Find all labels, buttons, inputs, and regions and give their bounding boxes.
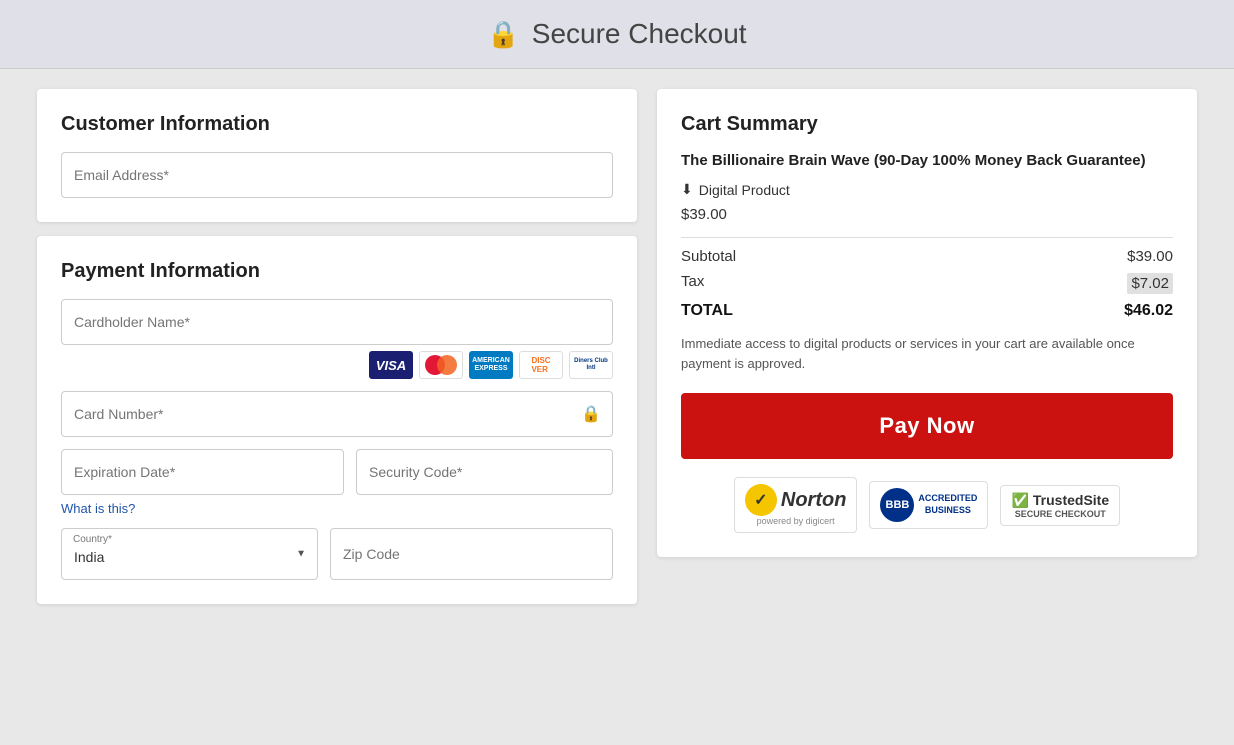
payment-info-title: Payment Information bbox=[61, 260, 613, 283]
subtotal-label: Subtotal bbox=[681, 248, 736, 265]
customer-info-title: Customer Information bbox=[61, 113, 613, 136]
trusted-check-icon: ✅ bbox=[1011, 492, 1028, 509]
product-price: $39.00 bbox=[681, 206, 1173, 223]
norton-checkmark-icon: ✓ bbox=[745, 484, 777, 516]
zip-code-field[interactable] bbox=[330, 528, 613, 580]
product-name: The Billionaire Brain Wave (90-Day 100% … bbox=[681, 150, 1173, 171]
payment-info-card: Payment Information VISA AMERICANEXPRESS… bbox=[37, 236, 637, 604]
norton-text: Norton bbox=[781, 489, 847, 512]
total-label: TOTAL bbox=[681, 302, 733, 320]
card-number-field[interactable] bbox=[61, 391, 613, 437]
customer-info-card: Customer Information bbox=[37, 89, 637, 222]
cardholder-name-field[interactable] bbox=[61, 299, 613, 345]
tax-row: Tax $7.02 bbox=[681, 273, 1173, 294]
right-panel: Cart Summary The Billionaire Brain Wave … bbox=[657, 89, 1197, 604]
subtotal-value: $39.00 bbox=[1127, 248, 1173, 265]
total-row: TOTAL $46.02 bbox=[681, 302, 1173, 320]
trusted-site-text: TrustedSite bbox=[1033, 492, 1109, 508]
digital-product-row: ⬇ Digital Product bbox=[681, 181, 1173, 198]
email-field[interactable] bbox=[61, 152, 613, 198]
norton-badge: ✓ Norton powered by digicert bbox=[734, 477, 858, 533]
country-wrapper: Country* India United States United King… bbox=[61, 528, 318, 580]
main-content: Customer Information Payment Information… bbox=[17, 69, 1217, 624]
page-title: Secure Checkout bbox=[532, 18, 747, 50]
page-header: 🔒 Secure Checkout bbox=[0, 0, 1234, 69]
bbb-badge: BBB ACCREDITEDBUSINESS bbox=[869, 481, 988, 529]
card-number-wrapper: 🔒 bbox=[61, 391, 613, 437]
download-icon: ⬇ bbox=[681, 181, 693, 198]
tax-value: $7.02 bbox=[1127, 273, 1173, 294]
country-zip-row: Country* India United States United King… bbox=[61, 528, 613, 580]
amex-icon: AMERICANEXPRESS bbox=[469, 351, 513, 379]
bbb-text: ACCREDITEDBUSINESS bbox=[918, 493, 977, 516]
card-icons: VISA AMERICANEXPRESS DISCVER Diners Club… bbox=[61, 351, 613, 379]
discover-icon: DISCVER bbox=[519, 351, 563, 379]
norton-top: ✓ Norton bbox=[745, 484, 847, 516]
digital-product-label: Digital Product bbox=[699, 182, 790, 198]
total-value: $46.02 bbox=[1124, 302, 1173, 320]
trust-badges: ✓ Norton powered by digicert BBB ACCREDI… bbox=[681, 477, 1173, 533]
diners-club-icon: Diners ClubIntl bbox=[569, 351, 613, 379]
visa-icon: VISA bbox=[369, 351, 413, 379]
country-select[interactable]: India United States United Kingdom Canad… bbox=[61, 528, 318, 580]
expiration-date-field[interactable] bbox=[61, 449, 344, 495]
mastercard-icon bbox=[419, 351, 463, 379]
security-code-field[interactable] bbox=[356, 449, 613, 495]
divider bbox=[681, 237, 1173, 238]
tax-label: Tax bbox=[681, 273, 704, 294]
norton-sub: powered by digicert bbox=[757, 516, 835, 526]
card-lock-icon: 🔒 bbox=[581, 404, 601, 424]
trusted-site-badge: ✅ TrustedSite SECURE CHECKOUT bbox=[1000, 485, 1120, 526]
security-code-container bbox=[356, 449, 613, 495]
lock-icon: 🔒 bbox=[487, 19, 519, 50]
access-note: Immediate access to digital products or … bbox=[681, 334, 1173, 373]
what-is-this-link[interactable]: What is this? bbox=[61, 501, 613, 516]
trusted-top: ✅ TrustedSite bbox=[1011, 492, 1109, 509]
cart-summary-title: Cart Summary bbox=[681, 113, 1173, 136]
bbb-seal-icon: BBB bbox=[880, 488, 914, 522]
subtotal-row: Subtotal $39.00 bbox=[681, 248, 1173, 265]
bbb-top: BBB ACCREDITEDBUSINESS bbox=[880, 488, 977, 522]
cart-summary-card: Cart Summary The Billionaire Brain Wave … bbox=[657, 89, 1197, 557]
pay-now-button[interactable]: Pay Now bbox=[681, 393, 1173, 459]
left-panel: Customer Information Payment Information… bbox=[37, 89, 637, 604]
expiry-security-row bbox=[61, 449, 613, 495]
trusted-sub: SECURE CHECKOUT bbox=[1015, 509, 1106, 519]
